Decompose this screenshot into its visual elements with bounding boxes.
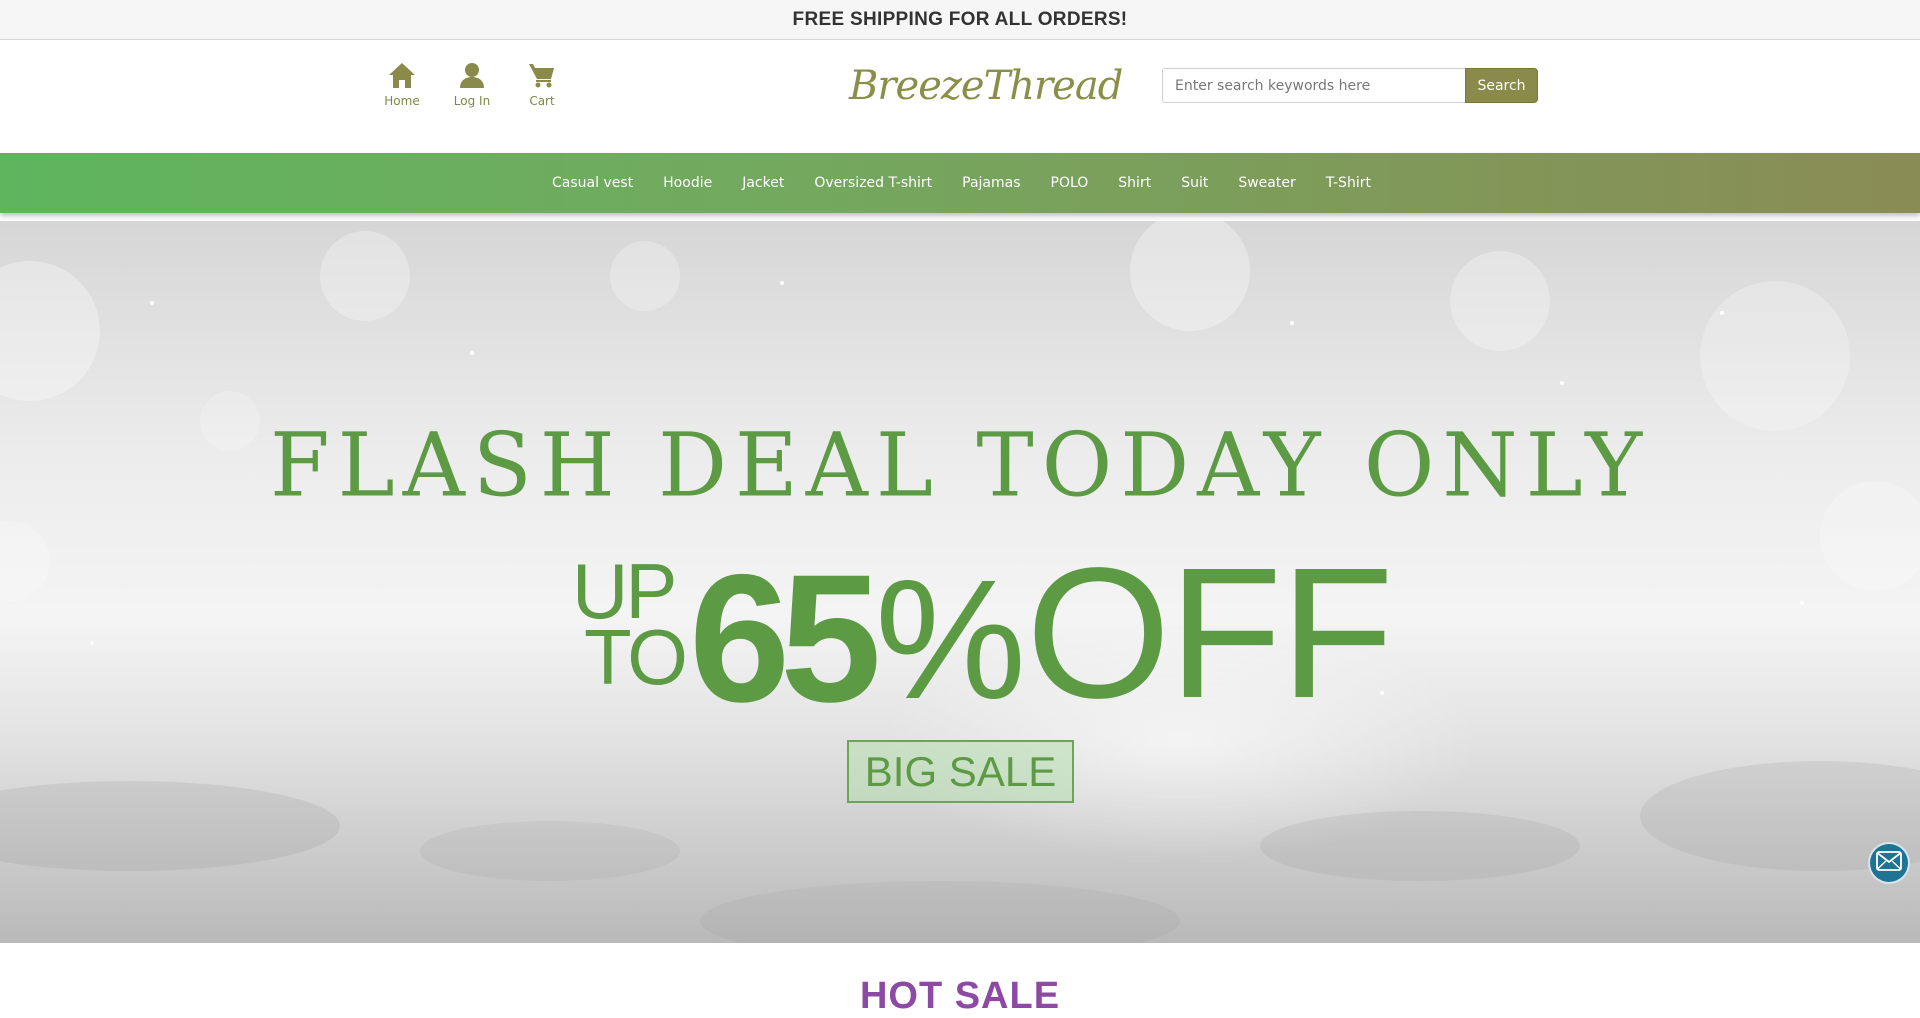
snowflake [1560,381,1564,385]
nav-item-jacket[interactable]: Jacket [727,175,799,191]
brand-logo[interactable]: BreezeThread [849,63,1123,109]
nav-item-shirt[interactable]: Shirt [1103,175,1166,191]
nav-item-pajamas[interactable]: Pajamas [947,175,1035,191]
bokeh-light [610,241,680,311]
announcement-text: FREE SHIPPING FOR ALL ORDERS! [792,9,1128,30]
quick-links: Home Log In Cart [380,57,564,108]
home-icon [388,57,416,89]
offer-up-text: UP [572,547,677,635]
search-form: Search [1162,68,1538,103]
bokeh-light [1130,221,1250,331]
snowflake [150,301,154,305]
offer-number: 65 [689,536,881,740]
snow-drift-shadow [0,781,340,871]
big-sale-button[interactable]: BIG SALE [847,740,1074,803]
nav-item-sweater[interactable]: Sweater [1223,175,1310,191]
bokeh-light [320,231,410,321]
snowflake [470,351,474,355]
home-link[interactable]: Home [380,57,424,108]
nav-item-t-shirt[interactable]: T-Shirt [1311,175,1386,191]
hero-banner[interactable]: FLASH DEAL TODAY ONLY UP TO 65 % OFF BIG… [0,221,1920,943]
bokeh-light [0,261,100,401]
snow-drift-shadow [700,881,1180,943]
login-label: Log In [453,94,491,108]
nav-item-oversized-t-shirt[interactable]: Oversized T-shirt [799,175,947,191]
cart-label: Cart [529,94,555,108]
snow-drift-shadow [420,821,680,881]
nav-item-suit[interactable]: Suit [1166,175,1223,191]
hero-headline: FLASH DEAL TODAY ONLY [269,415,1651,517]
search-input[interactable] [1162,68,1465,103]
snowflake [90,641,94,645]
snowflake [780,281,784,285]
announcement-bar: FREE SHIPPING FOR ALL ORDERS! [0,0,1920,40]
snowflake [1720,311,1724,315]
bokeh-light [1700,281,1850,431]
cart-link[interactable]: Cart [520,57,564,108]
search-button[interactable]: Search [1465,68,1538,103]
offer-to-text: TO [584,613,688,701]
snow-drift-shadow [1260,811,1580,881]
contact-button[interactable] [1870,844,1908,882]
bokeh-light [0,521,50,601]
offer-percent: % [875,545,1027,735]
nav-item-polo[interactable]: POLO [1036,175,1104,191]
cart-icon [528,57,556,89]
hot-sale-heading: HOT SALE [859,975,1061,1017]
user-icon [458,57,486,89]
nav-item-casual-vest[interactable]: Casual vest [537,175,648,191]
offer-off-text: OFF [1026,530,1394,737]
snowflake [1800,601,1804,605]
mail-icon [1876,850,1902,876]
category-nav: Casual vest Hoodie Jacket Oversized T-sh… [0,153,1920,213]
snowflake [1290,321,1294,325]
nav-item-hoodie[interactable]: Hoodie [648,175,727,191]
site-header: Home Log In Cart BreezeThread Search [0,41,1920,153]
login-link[interactable]: Log In [450,57,494,108]
home-label: Home [384,94,420,108]
bokeh-light [1450,251,1550,351]
